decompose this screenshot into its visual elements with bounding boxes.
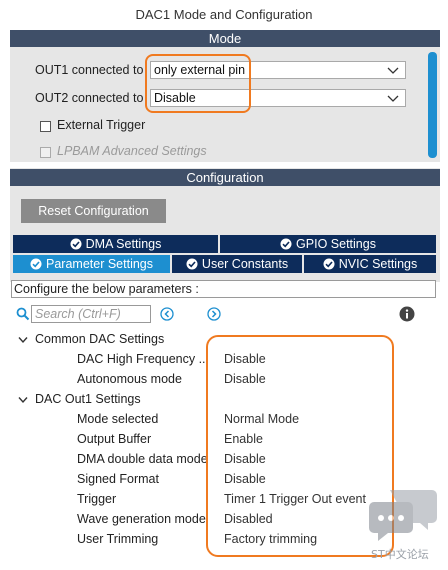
previous-result-icon[interactable] [160,307,174,321]
check-circle-icon [70,238,82,250]
lpbam-checkbox [40,147,51,158]
tab-dma-settings[interactable]: DMA Settings [13,235,218,253]
configure-hint: Configure the below parameters : [14,282,199,296]
tab-user-constants[interactable]: User Constants [172,255,302,273]
param-label: Trigger [77,492,117,506]
search-placeholder: Search (Ctrl+F) [35,307,121,321]
next-result-icon[interactable] [207,307,221,321]
external-trigger-label: External Trigger [57,118,146,132]
tab-dma-label: DMA Settings [85,237,162,251]
tab-user-constants-label: User Constants [201,257,289,271]
tab-nvic-label: NVIC Settings [338,257,418,271]
chevron-down-icon[interactable] [18,336,28,344]
window-title: DAC1 Mode and Configuration [135,7,313,22]
tab-nvic-settings[interactable]: NVIC Settings [304,255,436,273]
configuration-header: Configuration [10,169,440,186]
reset-configuration-button[interactable]: Reset Configuration [21,199,166,223]
param-label: Mode selected [77,412,159,426]
mode-scrollbar[interactable] [428,52,437,158]
chat-bubble-icon [369,490,437,541]
param-label: Signed Format [77,472,159,486]
check-circle-icon [323,258,335,270]
out1-label: OUT1 connected to [35,63,144,77]
tab-gpio-label: GPIO Settings [296,237,376,251]
group-common-dac-settings[interactable]: Common DAC Settings [35,332,164,346]
tab-parameter-label: Parameter Settings [46,257,153,271]
highlight-parameter-values [206,335,394,557]
external-trigger-checkbox[interactable] [40,121,51,132]
param-label: User Trimming [77,532,159,546]
group-dac-out1-settings[interactable]: DAC Out1 Settings [35,392,141,406]
out2-label: OUT2 connected to [35,91,144,105]
param-label: DMA double data mode [77,452,208,466]
param-label: DAC High Frequency ... [77,352,209,366]
tab-parameter-settings[interactable]: Parameter Settings [13,255,170,273]
param-label: Wave generation mode [77,512,206,526]
info-icon[interactable] [399,306,415,322]
chevron-down-icon [387,95,399,102]
check-circle-icon [186,258,198,270]
mode-header: Mode [10,30,440,47]
check-circle-icon [280,238,292,250]
lpbam-label: LPBAM Advanced Settings [57,144,207,158]
check-circle-icon [30,258,42,270]
chevron-down-icon[interactable] [18,396,28,404]
chevron-down-icon [387,67,399,74]
param-label: Output Buffer [77,432,152,446]
tab-gpio-settings[interactable]: GPIO Settings [220,235,436,253]
param-label: Autonomous mode [77,372,182,386]
highlight-mode-values [145,54,251,113]
search-icon [16,307,30,321]
watermark-text: ST中文论坛 [371,548,429,561]
search-input[interactable]: Search (Ctrl+F) [31,305,151,323]
